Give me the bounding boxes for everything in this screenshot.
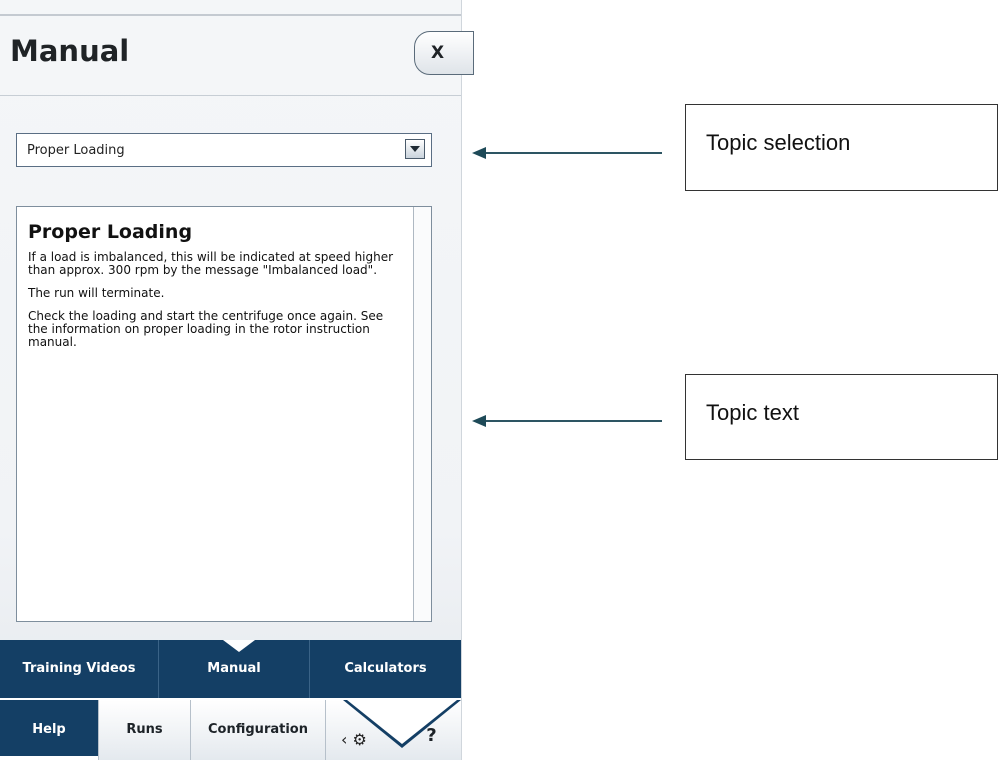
topic-text-box[interactable]: Proper Loading If a load is imbalanced, … xyxy=(16,206,432,622)
arrow-left-icon xyxy=(472,147,486,159)
topic-paragraph: If a load is imbalanced, this will be in… xyxy=(28,250,394,277)
topic-heading: Proper Loading xyxy=(28,221,193,243)
topic-text-scrollbar[interactable] xyxy=(413,207,431,621)
callout-topic-selection: Topic selection xyxy=(685,104,998,191)
close-button[interactable]: X xyxy=(414,31,474,75)
callout-label: Topic selection xyxy=(706,130,851,155)
nav-runs-button[interactable]: Runs xyxy=(98,700,191,760)
top-border xyxy=(0,14,461,16)
callout-arrow-line xyxy=(486,420,662,422)
topic-paragraph: Check the loading and start the centrifu… xyxy=(28,309,384,349)
active-tab-pointer xyxy=(223,640,255,652)
page-title: Manual xyxy=(10,34,130,68)
topic-select-value: Proper Loading xyxy=(27,143,125,158)
header-divider xyxy=(0,95,461,96)
nav-help-label: Help xyxy=(32,722,66,737)
chevron-down-icon[interactable] xyxy=(405,139,425,159)
tab-training-videos[interactable]: Training Videos xyxy=(0,640,158,698)
callout-arrow-line xyxy=(486,152,662,154)
callout-topic-text: Topic text xyxy=(685,374,998,460)
nav-notch-decoration xyxy=(343,700,461,748)
nav-configuration-button[interactable]: Configuration xyxy=(191,700,326,760)
callout-label: Topic text xyxy=(706,400,799,425)
nav-help-button[interactable]: Help xyxy=(0,700,98,760)
topic-select[interactable]: Proper Loading xyxy=(16,133,432,167)
tab-calculators[interactable]: Calculators xyxy=(310,640,461,698)
arrow-left-icon xyxy=(472,415,486,427)
topic-text-content: Proper Loading If a load is imbalanced, … xyxy=(28,221,398,359)
topic-paragraph: The run will terminate. xyxy=(28,286,165,300)
